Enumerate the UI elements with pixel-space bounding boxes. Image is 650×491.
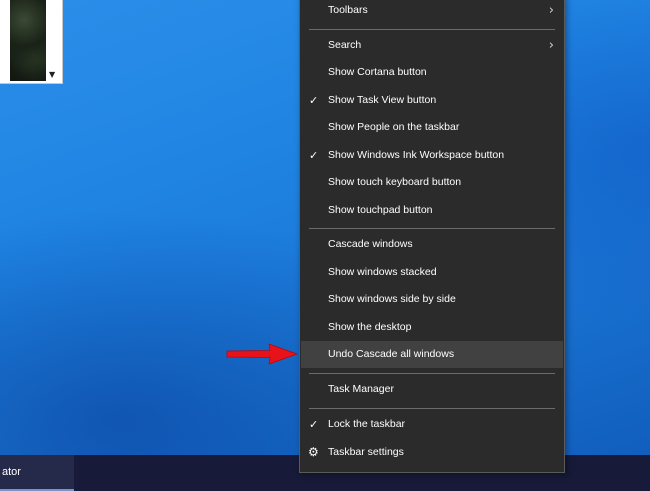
menu-item-label: Taskbar settings	[328, 446, 404, 458]
menu-item-task-manager[interactable]: Task Manager	[301, 376, 563, 403]
menu-item-label: Show Cortana button	[328, 66, 427, 78]
menu-separator	[309, 373, 555, 374]
menu-item-label: Undo Cascade all windows	[328, 348, 455, 360]
menu-item-toolbars[interactable]: Toolbars ›	[301, 0, 563, 24]
chevron-right-icon: ›	[548, 38, 554, 53]
menu-item-label: Cascade windows	[328, 238, 413, 250]
menu-item-label: Show touch keyboard button	[328, 176, 462, 188]
menu-item-show-desktop[interactable]: Show the desktop	[301, 314, 563, 341]
menu-item-taskbar-settings[interactable]: ⚙ Taskbar settings	[301, 439, 563, 466]
menu-item-windows-side-by-side[interactable]: Show windows side by side	[301, 286, 563, 313]
taskbar-context-menu: Toolbars › Search › Show Cortana button …	[299, 0, 565, 473]
menu-item-label: Toolbars	[328, 4, 368, 16]
menu-item-label: Search	[328, 39, 362, 51]
chevron-right-icon: ›	[548, 3, 554, 18]
scroll-down-icon[interactable]: ▼	[49, 70, 55, 79]
menu-item-label: Show windows side by side	[328, 293, 456, 305]
menu-item-show-touch-keyboard[interactable]: Show touch keyboard button	[301, 169, 563, 196]
menu-item-show-task-view[interactable]: ✓ Show Task View button	[301, 87, 563, 114]
menu-item-cascade-windows[interactable]: Cascade windows	[301, 231, 563, 258]
menu-item-show-people[interactable]: Show People on the taskbar	[301, 114, 563, 141]
menu-item-windows-stacked[interactable]: Show windows stacked	[301, 259, 563, 286]
menu-separator	[309, 228, 555, 229]
menu-item-label: Lock the taskbar	[328, 418, 406, 430]
menu-item-label: Show Task View button	[328, 94, 437, 106]
menu-item-label: Task Manager	[328, 383, 394, 395]
window-fragment[interactable]: ▼	[0, 0, 63, 84]
gear-icon: ⚙	[308, 445, 319, 459]
menu-item-show-cortana[interactable]: Show Cortana button	[301, 59, 563, 86]
menu-item-label: Show the desktop	[328, 321, 412, 333]
menu-item-search[interactable]: Search ›	[301, 32, 563, 59]
menu-item-label: Show Windows Ink Workspace button	[328, 149, 505, 161]
menu-item-undo-cascade[interactable]: Undo Cascade all windows	[301, 341, 563, 368]
checkmark-icon: ✓	[309, 94, 319, 107]
menu-separator	[309, 408, 555, 409]
menu-item-label: Show windows stacked	[328, 266, 437, 278]
window-image-thumbnail	[10, 0, 46, 81]
taskbar-app-label: ator	[2, 466, 21, 478]
menu-item-lock-taskbar[interactable]: ✓ Lock the taskbar	[301, 411, 563, 438]
menu-item-show-touchpad[interactable]: Show touchpad button	[301, 197, 563, 224]
checkmark-icon: ✓	[309, 418, 319, 431]
menu-item-show-ink-workspace[interactable]: ✓ Show Windows Ink Workspace button	[301, 142, 563, 169]
red-arrow-icon	[226, 343, 298, 365]
checkmark-icon: ✓	[309, 149, 319, 162]
taskbar-app-button[interactable]: ator	[0, 455, 74, 491]
menu-item-label: Show touchpad button	[328, 204, 433, 216]
menu-separator	[309, 29, 555, 30]
menu-item-label: Show People on the taskbar	[328, 121, 460, 133]
